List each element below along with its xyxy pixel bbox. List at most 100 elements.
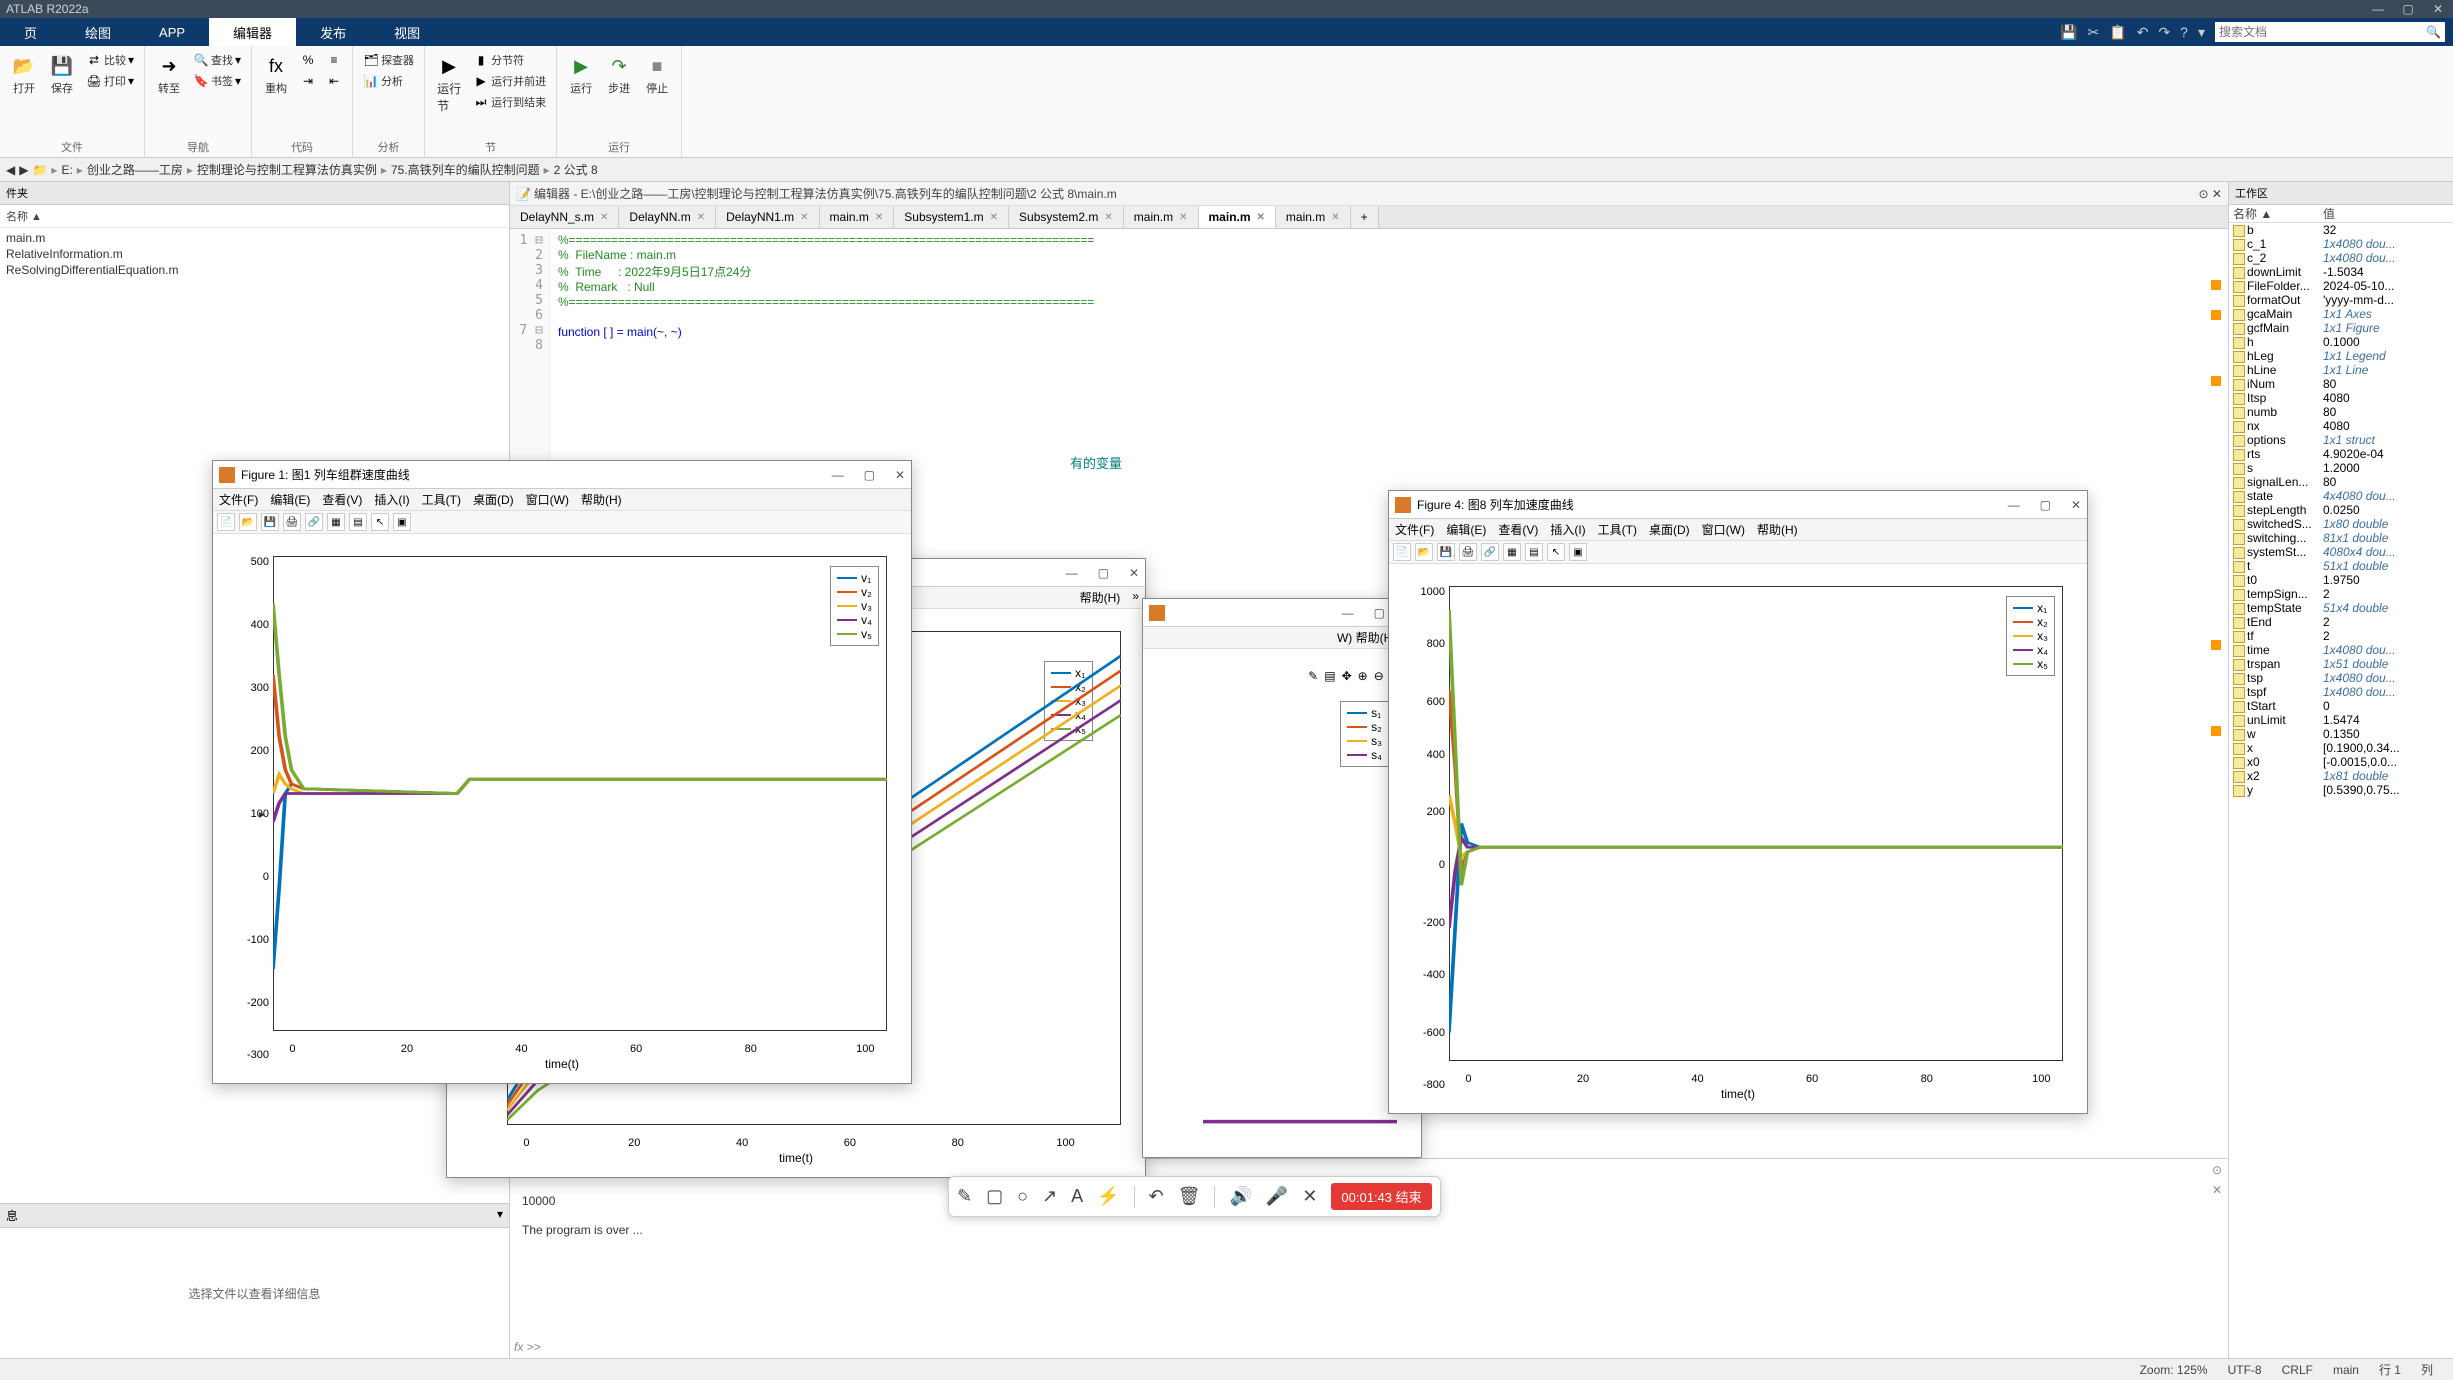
editor-close-icon[interactable]: ⊙ ✕: [2199, 187, 2222, 201]
close-icon[interactable]: ✕: [2423, 2, 2453, 16]
save-button[interactable]: 💾保存: [46, 50, 78, 100]
pencil-icon[interactable]: ✎: [957, 1186, 972, 1207]
ws-var-row[interactable]: tsp1x4080 dou...: [2229, 671, 2453, 685]
code-marker-icon[interactable]: [2211, 280, 2221, 290]
figure-window-4[interactable]: Figure 4: 图8 列车加速度曲线 — ▢ ✕ 文件(F)编辑(E)查看(…: [1388, 490, 2088, 1114]
menu-item[interactable]: 帮助(H): [581, 491, 622, 508]
ws-var-row[interactable]: c_11x4080 dou...: [2229, 237, 2453, 251]
trash-icon[interactable]: 🗑: [1178, 1186, 1201, 1207]
close-icon[interactable]: ✕: [2071, 498, 2081, 512]
print-icon[interactable]: 🖨: [1459, 543, 1477, 561]
ws-var-row[interactable]: iNum80: [2229, 377, 2453, 391]
crumb-3[interactable]: 75.高铁列车的编队控制问题: [391, 161, 540, 178]
run-button[interactable]: ▶运行: [565, 50, 597, 100]
cmd-prompt[interactable]: fx >>: [514, 1340, 541, 1354]
pan-icon[interactable]: ✥: [1342, 669, 1352, 683]
figure-window-1[interactable]: Figure 1: 图1 列车组群速度曲线 — ▢ ✕ 文件(F)编辑(E)查看…: [212, 460, 912, 1084]
menu-item[interactable]: 工具(T): [422, 491, 461, 508]
recording-timer[interactable]: 00:01:43 结束: [1331, 1183, 1431, 1210]
ws-var-row[interactable]: s1.2000: [2229, 461, 2453, 475]
ws-var-row[interactable]: b32: [2229, 223, 2453, 237]
crumb-1[interactable]: 创业之路——工房: [87, 161, 183, 178]
ws-var-row[interactable]: tspf1x4080 dou...: [2229, 685, 2453, 699]
ws-var-row[interactable]: downLimit-1.5034: [2229, 265, 2453, 279]
menu-item[interactable]: 工具(T): [1598, 521, 1637, 538]
help-icon[interactable]: ?: [2180, 24, 2188, 40]
refactor-button[interactable]: fx重构: [260, 50, 292, 100]
file-item[interactable]: ReSolvingDifferentialEquation.m: [6, 262, 503, 278]
code-fmt2[interactable]: ⇥: [298, 71, 318, 91]
figure-menu[interactable]: W) 帮助(H)»: [1143, 627, 1421, 649]
minimize-icon[interactable]: —: [1342, 606, 1354, 620]
figure-titlebar[interactable]: Figure 4: 图8 列车加速度曲线 — ▢ ✕: [1389, 491, 2087, 519]
new-icon[interactable]: 📄: [1393, 543, 1411, 561]
ws-var-row[interactable]: formatOut'yyyy-mm-d...: [2229, 293, 2453, 307]
ws-var-row[interactable]: x0[-0.0015,0.0...: [2229, 755, 2453, 769]
analyze-button[interactable]: 📊分析: [361, 71, 416, 91]
editor-tab-add[interactable]: +: [1351, 206, 1379, 228]
fwd-icon[interactable]: ▶: [19, 163, 28, 177]
datatip-icon[interactable]: ▤: [1324, 669, 1335, 683]
maximize-icon[interactable]: ▢: [2040, 498, 2051, 512]
ws-var-row[interactable]: hLine1x1 Line: [2229, 363, 2453, 377]
ws-var-row[interactable]: state4x4080 dou...: [2229, 489, 2453, 503]
grid2-icon[interactable]: ▤: [349, 513, 367, 531]
tab-home[interactable]: 页: [0, 18, 61, 46]
menu-item[interactable]: 帮助(H): [1757, 521, 1798, 538]
ws-var-row[interactable]: switching...81x1 double: [2229, 531, 2453, 545]
close-icon[interactable]: ✕: [895, 468, 905, 482]
cmd-close-icon[interactable]: ✕: [2212, 1183, 2222, 1197]
minimize-icon[interactable]: —: [2363, 2, 2393, 16]
crumb-2[interactable]: 控制理论与控制工程算法仿真实例: [197, 161, 377, 178]
redo-icon[interactable]: ↷: [2158, 24, 2170, 41]
code-marker-icon[interactable]: [2211, 376, 2221, 386]
editor-tab[interactable]: main.m✕: [1276, 206, 1351, 228]
folder-icon[interactable]: 📁: [32, 163, 47, 177]
ws-header-row[interactable]: 名称 ▲ 值: [2229, 205, 2453, 223]
close-icon[interactable]: ✕: [1302, 1186, 1317, 1207]
plot-area[interactable]: 500 400 300 200 100 0 -100 -200 -300 ▸ 0…: [225, 546, 899, 1071]
mic-icon[interactable]: 🎤: [1266, 1186, 1288, 1207]
workspace-table[interactable]: 名称 ▲ 值 b32c_11x4080 dou...c_21x4080 dou.…: [2229, 205, 2453, 1358]
ws-var-row[interactable]: x21x81 double: [2229, 769, 2453, 783]
ws-var-row[interactable]: signalLen...80: [2229, 475, 2453, 489]
menu-item[interactable]: 文件(F): [1395, 521, 1434, 538]
zoomin-icon[interactable]: ⊕: [1358, 669, 1368, 683]
cut-icon[interactable]: ✂: [2088, 24, 2100, 41]
minimize-icon[interactable]: —: [2008, 498, 2020, 512]
menu-item[interactable]: 插入(I): [1550, 521, 1585, 538]
minimize-icon[interactable]: —: [832, 468, 844, 482]
ws-var-row[interactable]: nx4080: [2229, 419, 2453, 433]
ws-var-row[interactable]: stepLength0.0250: [2229, 503, 2453, 517]
ws-var-row[interactable]: tEnd2: [2229, 615, 2453, 629]
menu-item[interactable]: 窗口(W): [526, 491, 569, 508]
save-icon[interactable]: 💾: [2060, 24, 2077, 41]
code-marker-icon[interactable]: [2211, 310, 2221, 320]
menu-item[interactable]: 桌面(D): [1649, 521, 1690, 538]
figure-toolbar[interactable]: 📄 📂 💾 🖨 🔗 ▦ ▤ ↖ ▣: [213, 511, 911, 534]
editor-tab[interactable]: main.m✕: [1124, 206, 1199, 228]
figure-toolbar[interactable]: 📄 📂 💾 🖨 🔗 ▦ ▤ ↖ ▣: [1389, 541, 2087, 564]
doc-search[interactable]: 🔍: [2215, 22, 2445, 42]
new-icon[interactable]: 📄: [217, 513, 235, 531]
ws-var-row[interactable]: h0.1000: [2229, 335, 2453, 349]
cmd-dropdown-icon[interactable]: ⊙: [2212, 1163, 2222, 1177]
menu-help[interactable]: 帮助(H): [1080, 589, 1121, 606]
grid-icon[interactable]: ▦: [327, 513, 345, 531]
goto-button[interactable]: ➜转至: [153, 50, 185, 100]
editor-tab[interactable]: Subsystem2.m✕: [1009, 206, 1124, 228]
ws-var-row[interactable]: tf2: [2229, 629, 2453, 643]
code-marker-icon[interactable]: [2211, 640, 2221, 650]
explorer-button[interactable]: 🗂探查器: [361, 50, 416, 70]
ws-var-row[interactable]: c_21x4080 dou...: [2229, 251, 2453, 265]
brush-icon[interactable]: ✎: [1308, 669, 1318, 683]
editor-tab-active[interactable]: main.m✕: [1199, 206, 1276, 228]
ws-var-row[interactable]: tempSign...2: [2229, 587, 2453, 601]
crumb-4[interactable]: 2 公式 8: [554, 161, 598, 178]
ws-var-row[interactable]: systemSt...4080x4 dou...: [2229, 545, 2453, 559]
editor-tab[interactable]: DelayNN1.m✕: [716, 206, 819, 228]
ws-var-row[interactable]: gcfMain1x1 Figure: [2229, 321, 2453, 335]
figure-menu[interactable]: 文件(F)编辑(E)查看(V)插入(I)工具(T)桌面(D)窗口(W)帮助(H): [213, 489, 911, 511]
open-icon[interactable]: 📂: [239, 513, 257, 531]
inspect-icon[interactable]: ▣: [393, 513, 411, 531]
